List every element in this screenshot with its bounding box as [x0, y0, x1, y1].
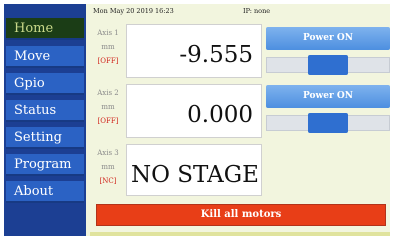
axis-3-value-box: NO STAGE [126, 144, 262, 196]
axis-1-state: [OFF] [97, 57, 119, 65]
status-datetime: Mon May 20 2019 16:23 [93, 7, 174, 15]
axis-2-slider-thumb[interactable] [308, 113, 348, 133]
axis-2-name: Axis 2 [97, 89, 119, 97]
axis-2-state: [OFF] [97, 117, 119, 125]
axis-1-unit: mm [101, 43, 115, 51]
axis-3-name: Axis 3 [97, 149, 119, 157]
axis-2-label-group: Axis 2 mm [OFF] [96, 88, 120, 126]
axis-1-name: Axis 1 [97, 29, 119, 37]
nav-item-about[interactable]: About [6, 181, 84, 203]
kill-all-motors-button[interactable]: Kill all motors [96, 204, 386, 226]
axis-2-value-box: 0.000 [126, 84, 262, 138]
nav-item-program[interactable]: Program [6, 154, 84, 176]
axis-3-value: NO STAGE [131, 162, 259, 188]
app-screen: Home Move Gpio Status Setting Program Ab… [4, 4, 390, 236]
status-bar: Mon May 20 2019 16:23 IP: none [90, 4, 390, 18]
axis-1-slider-thumb[interactable] [308, 55, 348, 75]
sidebar-nav: Home Move Gpio Status Setting Program Ab… [4, 4, 86, 236]
axis-3-state: [NC] [99, 177, 117, 185]
axis-1-label-group: Axis 1 mm [OFF] [96, 28, 120, 66]
axis-1-slider[interactable] [266, 55, 390, 75]
nav-item-status[interactable]: Status [6, 100, 84, 122]
axis-2-slider[interactable] [266, 113, 390, 133]
nav-item-home[interactable]: Home [6, 18, 84, 40]
bottom-divider [90, 232, 390, 236]
axis-1-power-button[interactable]: Power ON [266, 27, 390, 50]
axis-2-unit: mm [101, 103, 115, 111]
axis-1-value-box: -9.555 [126, 24, 262, 78]
nav-item-gpio[interactable]: Gpio [6, 73, 84, 95]
axis-1-value: -9.555 [179, 42, 253, 68]
axis-2-power-button[interactable]: Power ON [266, 85, 390, 108]
axis-3-unit: mm [101, 163, 115, 171]
status-ip: IP: none [243, 7, 271, 15]
axis-2-value: 0.000 [187, 102, 253, 128]
nav-item-move[interactable]: Move [6, 46, 84, 68]
nav-item-setting[interactable]: Setting [6, 127, 84, 149]
axis-3-label-group: Axis 3 mm [NC] [96, 148, 120, 186]
